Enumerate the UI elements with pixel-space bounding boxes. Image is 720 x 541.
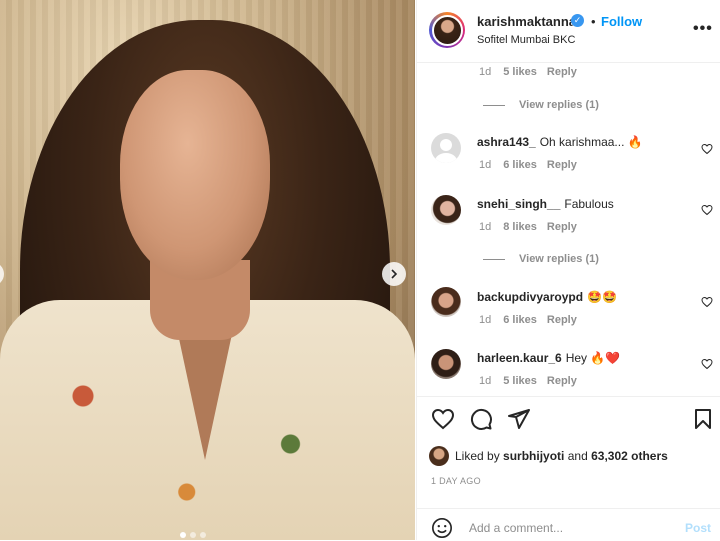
carousel-dot bbox=[190, 532, 196, 538]
comment-meta: 1d 6 likes Reply bbox=[479, 159, 577, 171]
heart-icon[interactable] bbox=[431, 407, 455, 431]
commenter-username[interactable]: backupdivyaroypd bbox=[477, 290, 583, 304]
post-photo[interactable] bbox=[0, 0, 415, 540]
carousel-dot bbox=[200, 532, 206, 538]
comment-time: 1d bbox=[479, 314, 492, 326]
comment-text-row: ashra143_ Oh karishmaa... 🔥 bbox=[477, 135, 643, 149]
comment-likes[interactable]: 8 likes bbox=[503, 221, 537, 233]
post-header: karishmaktanna ✓ • Follow Sofitel Mumbai… bbox=[417, 0, 720, 63]
comment-likes[interactable]: 5 likes bbox=[503, 66, 537, 78]
commenter-avatar[interactable] bbox=[431, 133, 461, 163]
liker-avatar bbox=[429, 446, 449, 466]
reply-button[interactable]: Reply bbox=[547, 159, 577, 171]
like-comment-heart-icon[interactable] bbox=[701, 143, 713, 155]
post-sidebar: karishmaktanna ✓ • Follow Sofitel Mumbai… bbox=[416, 0, 720, 540]
view-replies-label: View replies (1) bbox=[519, 99, 599, 111]
comment-time: 1d bbox=[479, 66, 492, 78]
commenter-username[interactable]: ashra143_ bbox=[477, 135, 536, 149]
likes-prefix: Liked by bbox=[455, 449, 500, 463]
comment-meta: 1d 8 likes Reply bbox=[479, 221, 577, 233]
add-comment-input[interactable] bbox=[467, 517, 671, 539]
divider bbox=[483, 104, 505, 106]
next-photo-button[interactable] bbox=[382, 262, 406, 286]
comment-text-row: snehi_singh__ Fabulous bbox=[477, 197, 614, 211]
post-comment-button[interactable]: Post bbox=[685, 521, 711, 535]
comment-body: Fabulous bbox=[564, 197, 614, 211]
reply-button[interactable]: Reply bbox=[547, 66, 577, 78]
commenter-username[interactable]: harleen.kaur_6 bbox=[477, 351, 562, 365]
share-icon[interactable] bbox=[507, 407, 531, 431]
post-timestamp[interactable]: 1 DAY AGO bbox=[431, 476, 481, 486]
comment-time: 1d bbox=[479, 375, 492, 387]
comment-body: Oh karishmaa... 🔥 bbox=[539, 135, 643, 149]
view-replies-label: View replies (1) bbox=[519, 253, 599, 265]
bookmark-icon[interactable] bbox=[691, 407, 715, 431]
author-avatar[interactable] bbox=[429, 12, 465, 48]
post-actions-bar bbox=[417, 396, 720, 441]
comment-icon[interactable] bbox=[469, 407, 493, 431]
like-comment-heart-icon[interactable] bbox=[701, 204, 713, 216]
instagram-post-modal: karishmaktanna ✓ • Follow Sofitel Mumbai… bbox=[0, 0, 720, 540]
likes-count[interactable]: 63,302 others bbox=[591, 449, 668, 463]
carousel-dot bbox=[180, 532, 186, 538]
emoji-icon[interactable] bbox=[431, 517, 453, 539]
follow-button[interactable]: Follow bbox=[601, 14, 642, 29]
default-avatar-icon bbox=[435, 139, 457, 163]
comment-meta: 1d 5 likes Reply bbox=[479, 66, 577, 78]
reply-button[interactable]: Reply bbox=[547, 375, 577, 387]
likes-and: and bbox=[567, 449, 588, 463]
comment-time: 1d bbox=[479, 159, 492, 171]
like-comment-heart-icon[interactable] bbox=[701, 296, 713, 308]
like-comment-heart-icon[interactable] bbox=[701, 358, 713, 370]
verified-icon: ✓ bbox=[571, 14, 584, 27]
comment-time: 1d bbox=[479, 221, 492, 233]
author-username[interactable]: karishmaktanna bbox=[477, 14, 576, 29]
more-options-button[interactable]: ••• bbox=[693, 20, 713, 38]
comments-list[interactable]: 1d 5 likes Reply View replies (1) ashra143… bbox=[417, 63, 720, 393]
chevron-right-icon bbox=[391, 269, 398, 279]
author-avatar-image bbox=[431, 14, 463, 46]
comment-text-row: backupdivyaroypd 🤩🤩 bbox=[477, 290, 617, 304]
commenter-username[interactable]: snehi_singh__ bbox=[477, 197, 560, 211]
comment-body: 🤩🤩 bbox=[587, 290, 617, 304]
carousel-dots bbox=[180, 532, 206, 538]
comment-body: Hey 🔥❤️ bbox=[565, 351, 621, 365]
comment-likes[interactable]: 6 likes bbox=[503, 314, 537, 326]
add-comment-bar: Post bbox=[417, 508, 720, 541]
commenter-avatar[interactable] bbox=[431, 349, 461, 379]
view-replies-button[interactable]: View replies (1) bbox=[483, 99, 599, 111]
photo-face bbox=[120, 70, 270, 280]
commenter-avatar[interactable] bbox=[431, 287, 461, 317]
divider bbox=[483, 258, 505, 260]
likes-summary[interactable]: Liked by surbhijyoti and 63,302 others bbox=[429, 446, 668, 466]
reply-button[interactable]: Reply bbox=[547, 221, 577, 233]
commenter-avatar[interactable] bbox=[431, 195, 461, 225]
photo-neckline bbox=[175, 320, 235, 460]
comment-likes[interactable]: 6 likes bbox=[503, 159, 537, 171]
view-replies-button[interactable]: View replies (1) bbox=[483, 253, 599, 265]
liker-username[interactable]: surbhijyoti bbox=[503, 449, 564, 463]
comment-meta: 1d 6 likes Reply bbox=[479, 314, 577, 326]
comment-meta: 1d 5 likes Reply bbox=[479, 375, 577, 387]
comment-likes[interactable]: 5 likes bbox=[503, 375, 537, 387]
reply-button[interactable]: Reply bbox=[547, 314, 577, 326]
post-location[interactable]: Sofitel Mumbai BKC bbox=[477, 34, 575, 46]
separator-dot: • bbox=[591, 14, 596, 29]
comment-text-row: harleen.kaur_6 Hey 🔥❤️ bbox=[477, 351, 620, 365]
